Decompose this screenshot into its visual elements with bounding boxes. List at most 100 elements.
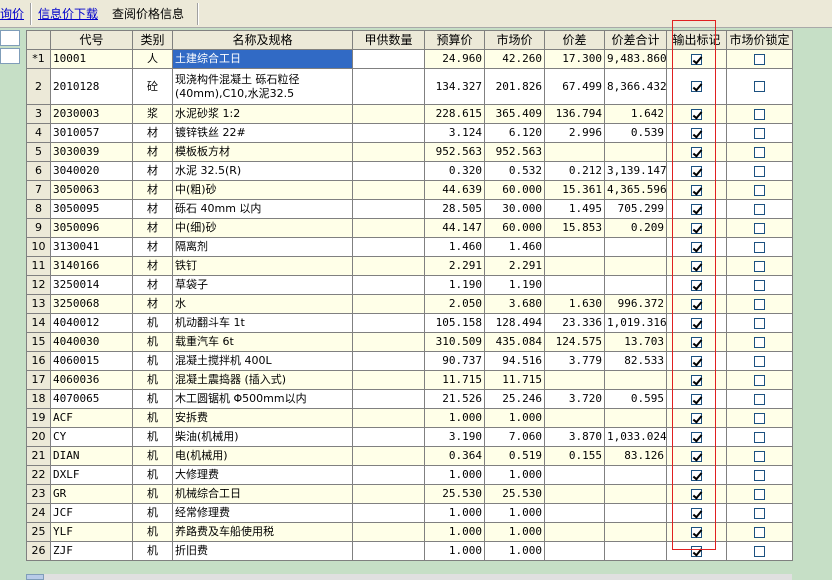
price-diff[interactable]: 3.720 <box>544 389 605 409</box>
table-row[interactable]: *1 10001 人土建综合工日 24.960 42.260 17.300 9,483.86… <box>26 49 793 69</box>
market-lock-checkbox[interactable] <box>754 431 765 443</box>
item-name-spec[interactable]: 镀锌铁丝 22# <box>172 123 353 143</box>
item-code[interactable]: CY <box>50 427 133 447</box>
diff-total[interactable]: 1.642 <box>604 104 667 124</box>
col-header-market-lock[interactable]: 市场价锁定 <box>726 30 793 50</box>
market-lock-checkbox[interactable] <box>754 374 765 386</box>
item-code[interactable]: 3140166 <box>50 256 133 276</box>
item-name-spec[interactable]: 柴油(机械用) <box>172 427 353 447</box>
price-diff[interactable] <box>544 484 605 504</box>
output-flag-checkbox[interactable] <box>691 374 702 386</box>
price-diff[interactable]: 124.575 <box>544 332 605 352</box>
price-diff[interactable] <box>544 256 605 276</box>
supplied-qty[interactable] <box>352 446 425 466</box>
table-row[interactable]: 15 4040030 机载重汽车 6t 310.509 435.084 124.575 13… <box>26 332 793 352</box>
market-lock-checkbox[interactable] <box>754 317 765 329</box>
item-code[interactable]: 2030003 <box>50 104 133 124</box>
market-lock-checkbox[interactable] <box>754 355 765 367</box>
market-price[interactable]: 60.000 <box>484 218 545 238</box>
supplied-qty[interactable] <box>352 408 425 428</box>
market-price[interactable]: 1.000 <box>484 503 545 523</box>
market-price[interactable]: 1.000 <box>484 541 545 561</box>
supplied-qty[interactable] <box>352 68 425 105</box>
col-header-budget-price[interactable]: 预算价 <box>424 30 485 50</box>
supplied-qty[interactable] <box>352 541 425 561</box>
item-category[interactable]: 材 <box>132 142 173 162</box>
output-flag-checkbox[interactable] <box>691 393 702 405</box>
item-category[interactable]: 人 <box>132 49 173 69</box>
budget-price[interactable]: 11.715 <box>424 370 485 390</box>
price-diff[interactable]: 67.499 <box>544 68 605 105</box>
output-flag-checkbox[interactable] <box>691 241 702 253</box>
output-flag-checkbox[interactable] <box>691 81 702 92</box>
item-code[interactable]: JCF <box>50 503 133 523</box>
item-code[interactable]: DIAN <box>50 446 133 466</box>
item-code[interactable]: 3040020 <box>50 161 133 181</box>
item-name-spec[interactable]: 安拆费 <box>172 408 353 428</box>
table-row[interactable]: 17 4060036 机混凝土震捣器 (插入式) 11.715 11.715 <box>26 370 793 390</box>
budget-price[interactable]: 90.737 <box>424 351 485 371</box>
view-price-info-button[interactable]: 查阅价格信息 <box>112 6 184 22</box>
item-category[interactable]: 材 <box>132 275 173 295</box>
diff-total[interactable] <box>604 256 667 276</box>
budget-price[interactable]: 105.158 <box>424 313 485 333</box>
market-price[interactable]: 3.680 <box>484 294 545 314</box>
output-flag-checkbox[interactable] <box>691 298 702 310</box>
item-code[interactable]: 4040012 <box>50 313 133 333</box>
diff-total[interactable] <box>604 484 667 504</box>
output-flag-checkbox[interactable] <box>691 469 702 481</box>
item-name-spec[interactable]: 混凝土搅拌机 400L <box>172 351 353 371</box>
output-flag-checkbox[interactable] <box>691 450 702 462</box>
price-diff[interactable] <box>544 237 605 257</box>
market-price[interactable]: 0.519 <box>484 446 545 466</box>
supplied-qty[interactable] <box>352 180 425 200</box>
supplied-qty[interactable] <box>352 522 425 542</box>
item-category[interactable]: 砼 <box>132 68 173 105</box>
diff-total[interactable]: 82.533 <box>604 351 667 371</box>
item-code[interactable]: 3050095 <box>50 199 133 219</box>
market-price[interactable]: 365.409 <box>484 104 545 124</box>
table-row[interactable]: 25 YLF 机养路费及车船使用税 1.000 1.000 <box>26 522 793 542</box>
item-name-spec[interactable]: 水泥砂浆 1:2 <box>172 104 353 124</box>
table-row[interactable]: 5 3030039 材模板板方材 952.563 952.563 <box>26 142 793 162</box>
item-name-spec[interactable]: 草袋子 <box>172 275 353 295</box>
inquiry-price-link[interactable]: 询价 <box>0 6 24 22</box>
budget-price[interactable]: 3.124 <box>424 123 485 143</box>
col-header-price-diff[interactable]: 价差 <box>544 30 605 50</box>
item-category[interactable]: 机 <box>132 389 173 409</box>
market-lock-checkbox[interactable] <box>754 146 765 158</box>
item-name-spec[interactable]: 电(机械用) <box>172 446 353 466</box>
supplied-qty[interactable] <box>352 484 425 504</box>
output-flag-checkbox[interactable] <box>691 260 702 272</box>
diff-total[interactable]: 9,483.860 <box>604 49 667 69</box>
supplied-qty[interactable] <box>352 161 425 181</box>
table-row[interactable]: 18 4070065 机木工圆锯机 Φ500mm以内 21.526 25.246 3.72… <box>26 389 793 409</box>
output-flag-checkbox[interactable] <box>691 165 702 177</box>
item-name-spec[interactable]: 混凝土震捣器 (插入式) <box>172 370 353 390</box>
output-flag-checkbox[interactable] <box>691 412 702 424</box>
budget-price[interactable]: 0.320 <box>424 161 485 181</box>
item-category[interactable]: 机 <box>132 446 173 466</box>
supplied-qty[interactable] <box>352 427 425 447</box>
table-row[interactable]: 22 DXLF 机大修理费 1.000 1.000 <box>26 465 793 485</box>
diff-total[interactable] <box>604 142 667 162</box>
col-header-diff-total[interactable]: 价差合计 <box>604 30 667 50</box>
output-flag-checkbox[interactable] <box>691 545 702 557</box>
item-name-spec[interactable]: 中(细)砂 <box>172 218 353 238</box>
left-panel-tab[interactable] <box>0 48 20 64</box>
market-price[interactable]: 0.532 <box>484 161 545 181</box>
market-lock-checkbox[interactable] <box>754 279 765 291</box>
diff-total[interactable]: 0.539 <box>604 123 667 143</box>
market-price[interactable]: 1.000 <box>484 522 545 542</box>
output-flag-checkbox[interactable] <box>691 355 702 367</box>
price-diff[interactable]: 0.212 <box>544 161 605 181</box>
supplied-qty[interactable] <box>352 465 425 485</box>
budget-price[interactable]: 1.000 <box>424 522 485 542</box>
item-name-spec[interactable]: 铁钉 <box>172 256 353 276</box>
item-name-spec[interactable]: 养路费及车船使用税 <box>172 522 353 542</box>
diff-total[interactable]: 1,019.316 <box>604 313 667 333</box>
budget-price[interactable]: 1.190 <box>424 275 485 295</box>
item-code[interactable]: 3050063 <box>50 180 133 200</box>
supplied-qty[interactable] <box>352 142 425 162</box>
horizontal-scrollbar[interactable] <box>26 574 792 580</box>
